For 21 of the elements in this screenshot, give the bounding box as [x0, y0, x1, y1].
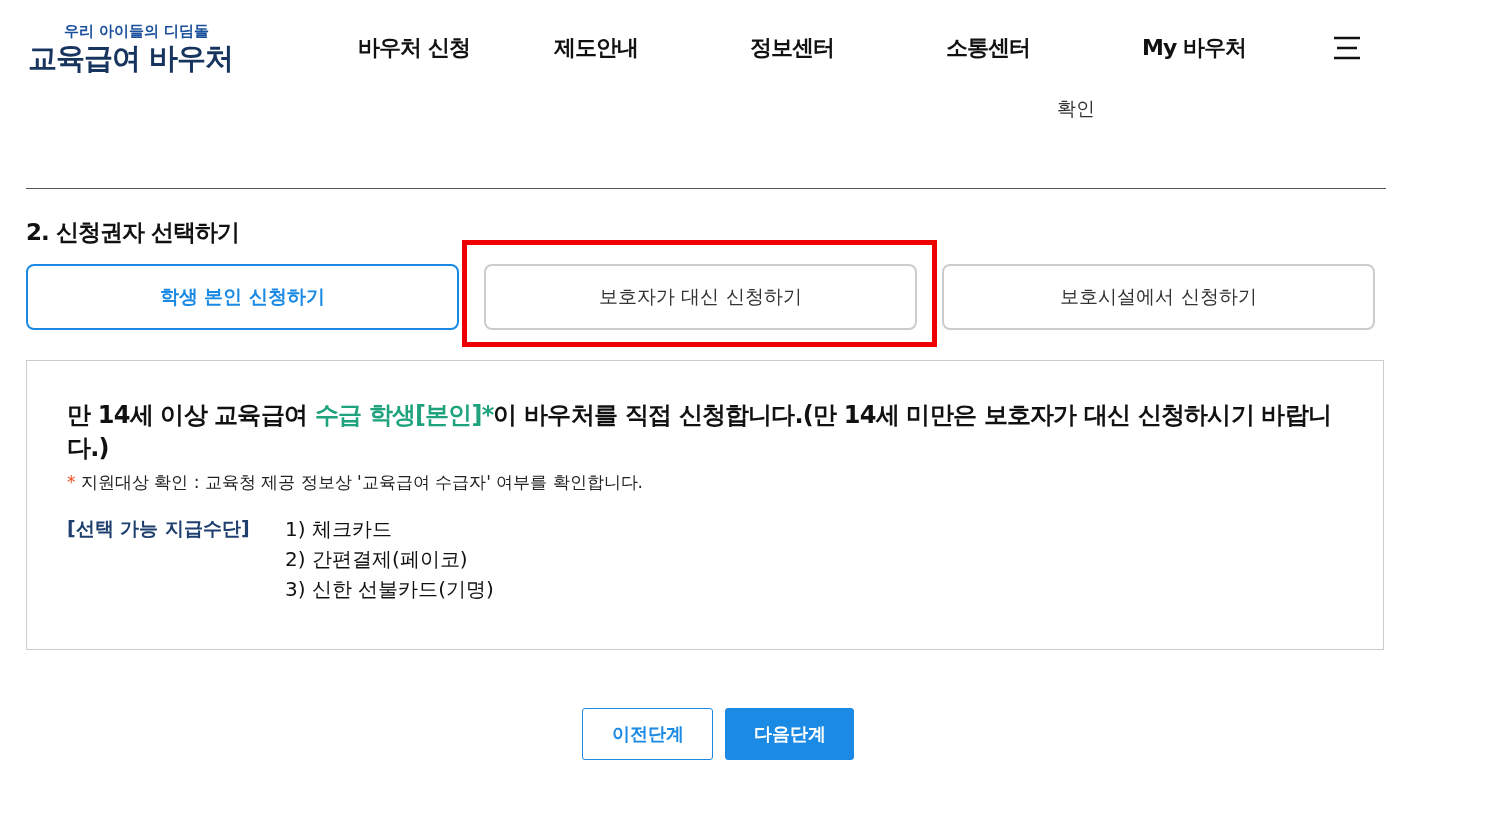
nav-link[interactable]: My 바우처 [1142, 33, 1338, 63]
logo-tagline: 우리 아이들의 디딤돌 [64, 21, 210, 41]
applicant-tab[interactable]: 학생 본인 신청하기 [26, 264, 459, 330]
payment-methods-label: [선택 가능 지급수단] [67, 516, 251, 541]
payment-method: 2) 간편결제(페이코) [285, 546, 469, 572]
nav-link[interactable]: 바우처 신청 [358, 33, 554, 63]
menu-icon[interactable] [1332, 36, 1362, 60]
logo-title[interactable]: 교육급여 바우처 [28, 40, 234, 75]
eligibility-note: * 지원대상 확인 : 교육청 제공 정보상 '교육급여 수급자' 여부를 확인합니다. [67, 471, 645, 494]
applicant-tab[interactable]: 보호시설에서 신청하기 [942, 264, 1375, 330]
payment-method: 3) 신한 선불카드(기명) [285, 576, 494, 602]
applicant-tab[interactable]: 보호자가 대신 신청하기 [484, 264, 917, 330]
previous-step-button[interactable]: 이전단계 [582, 708, 713, 760]
panel-headline: 만 14세 이상 교육급여 수급 학생[본인]*이 바우처를 직접 신청합니다.(만 14세 미만은 보호자가 대신 신청하시기 바랍니다.) [67, 400, 1332, 464]
next-step-button[interactable]: 다음단계 [725, 708, 854, 760]
nav-link[interactable]: 제도안내 [554, 33, 750, 63]
nav-link[interactable]: 소통센터 [946, 33, 1142, 63]
section-title: 2. 신청권자 선택하기 [26, 218, 240, 247]
payment-method: 1) 체크카드 [285, 516, 393, 542]
nav-link[interactable]: 정보센터 [750, 33, 946, 63]
confirm-text: 확인 [1057, 96, 1095, 121]
